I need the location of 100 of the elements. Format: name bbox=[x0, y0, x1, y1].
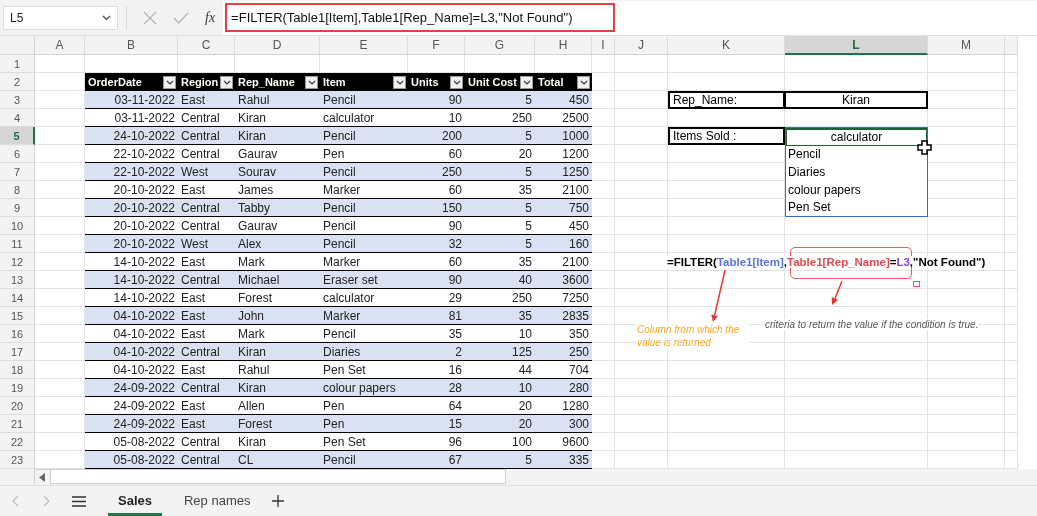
table-cell: Pencil bbox=[320, 127, 408, 145]
table-cell: 100 bbox=[465, 433, 535, 451]
row-header[interactable]: 15 bbox=[0, 307, 35, 325]
table-cell: 160 bbox=[535, 235, 592, 253]
table-cell: Pencil bbox=[320, 163, 408, 181]
row-header[interactable]: 6 bbox=[0, 145, 35, 163]
row-header[interactable]: 20 bbox=[0, 397, 35, 415]
table-cell: East bbox=[178, 361, 235, 379]
row-header[interactable]: 9 bbox=[0, 199, 35, 217]
row-header[interactable]: 17 bbox=[0, 343, 35, 361]
table-cell: 35 bbox=[465, 253, 535, 271]
column-header[interactable]: C bbox=[178, 36, 235, 55]
scroll-left-icon[interactable] bbox=[35, 470, 51, 485]
chevron-down-icon bbox=[579, 79, 588, 85]
column-header[interactable]: F bbox=[408, 36, 465, 55]
table-cell: 300 bbox=[535, 415, 592, 433]
table-cell: 60 bbox=[408, 145, 465, 163]
row-header[interactable]: 3 bbox=[0, 91, 35, 109]
table-cell: Sourav bbox=[235, 163, 320, 181]
table-cell: 450 bbox=[535, 217, 592, 235]
insert-function-button[interactable]: fx bbox=[205, 9, 216, 26]
table-cell: Pencil bbox=[320, 235, 408, 253]
annotation-note: Column from which the value is returned bbox=[637, 323, 749, 349]
add-icon[interactable] bbox=[272, 495, 285, 507]
name-box[interactable]: L5 bbox=[3, 5, 118, 30]
spill-cell[interactable]: Pen Set bbox=[786, 198, 927, 217]
column-header[interactable]: J bbox=[615, 36, 668, 55]
column-header[interactable]: H bbox=[535, 36, 592, 55]
column-header[interactable]: A bbox=[35, 36, 85, 55]
table-cell: colour papers bbox=[320, 379, 408, 397]
table-cell: Tabby bbox=[235, 199, 320, 217]
table-cell: 5 bbox=[465, 91, 535, 109]
row-header[interactable]: 5 bbox=[0, 127, 35, 145]
table-cell: calculator bbox=[320, 289, 408, 307]
table-cell: 64 bbox=[408, 397, 465, 415]
table-cell: 35 bbox=[465, 307, 535, 325]
row-header[interactable]: 22 bbox=[0, 433, 35, 451]
row-header[interactable]: 23 bbox=[0, 451, 35, 469]
check-icon[interactable] bbox=[173, 11, 189, 24]
column-header[interactable]: L bbox=[785, 36, 928, 55]
table-header: Total bbox=[535, 73, 592, 91]
table-cell: Kiran bbox=[235, 379, 320, 397]
column-header[interactable]: B bbox=[85, 36, 178, 55]
table-cell: Pen bbox=[320, 415, 408, 433]
column-header[interactable]: D bbox=[235, 36, 320, 55]
table-cell: East bbox=[178, 415, 235, 433]
row-header[interactable]: 11 bbox=[0, 235, 35, 253]
table-cell: 704 bbox=[535, 361, 592, 379]
table-cell: 2100 bbox=[535, 253, 592, 271]
table-cell: Rahul bbox=[235, 91, 320, 109]
column-header[interactable]: I bbox=[592, 36, 615, 55]
table-cell: calculator bbox=[320, 109, 408, 127]
table-cell: CL bbox=[235, 451, 320, 469]
formula-field[interactable]: =FILTER(Table1[Item],Table1[Rep_Name]=L3,"Not Found") bbox=[223, 0, 1037, 35]
row-header[interactable]: 13 bbox=[0, 271, 35, 289]
spill-cell[interactable]: colour papers bbox=[786, 180, 927, 199]
square-marker bbox=[913, 281, 920, 287]
filter-button[interactable] bbox=[163, 75, 176, 89]
row-header[interactable]: 10 bbox=[0, 217, 35, 235]
spill-cell[interactable]: Diaries bbox=[786, 163, 927, 181]
filter-button[interactable] bbox=[520, 75, 533, 89]
filter-button[interactable] bbox=[450, 75, 463, 89]
table-cell: East bbox=[178, 289, 235, 307]
row-header[interactable]: 7 bbox=[0, 163, 35, 181]
column-header[interactable]: G bbox=[465, 36, 535, 55]
row-header[interactable]: 4 bbox=[0, 109, 35, 127]
row-header[interactable]: 12 bbox=[0, 253, 35, 271]
filter-button[interactable] bbox=[393, 75, 406, 89]
filter-button[interactable] bbox=[220, 75, 234, 89]
table-cell: Pen bbox=[320, 397, 408, 415]
chevron-down-icon bbox=[165, 79, 174, 85]
horizontal-scrollbar[interactable] bbox=[34, 469, 506, 484]
table-cell: 20-10-2022 bbox=[85, 235, 178, 253]
table-header: Unit Cost bbox=[465, 73, 535, 91]
row-header[interactable]: 1 bbox=[0, 55, 35, 73]
menu-icon[interactable] bbox=[72, 495, 86, 507]
row-header[interactable]: 16 bbox=[0, 325, 35, 343]
table-cell: Kiran bbox=[235, 127, 320, 145]
row-header[interactable]: 8 bbox=[0, 181, 35, 199]
table-cell: 24-09-2022 bbox=[85, 397, 178, 415]
filter-button[interactable] bbox=[577, 75, 590, 89]
column-header[interactable]: M bbox=[928, 36, 1005, 55]
sheet-tab[interactable]: Sales bbox=[108, 486, 162, 516]
row-header[interactable]: 2 bbox=[0, 73, 35, 91]
table-cell: 1250 bbox=[535, 163, 592, 181]
table-cell: Forest bbox=[235, 415, 320, 433]
table-cell: Kiran bbox=[235, 109, 320, 127]
table-cell: West bbox=[178, 235, 235, 253]
row-header[interactable]: 18 bbox=[0, 361, 35, 379]
column-header[interactable]: E bbox=[320, 36, 408, 55]
table-cell: East bbox=[178, 397, 235, 415]
row-header[interactable]: 19 bbox=[0, 379, 35, 397]
rep-name-cell[interactable]: Kiran bbox=[785, 91, 928, 109]
table-cell: Pencil bbox=[320, 451, 408, 469]
row-header[interactable]: 14 bbox=[0, 289, 35, 307]
table-cell: John bbox=[235, 307, 320, 325]
column-header[interactable]: K bbox=[668, 36, 785, 55]
sheet-tab[interactable]: Rep names bbox=[174, 486, 261, 516]
filter-button[interactable] bbox=[305, 75, 318, 89]
row-header[interactable]: 21 bbox=[0, 415, 35, 433]
